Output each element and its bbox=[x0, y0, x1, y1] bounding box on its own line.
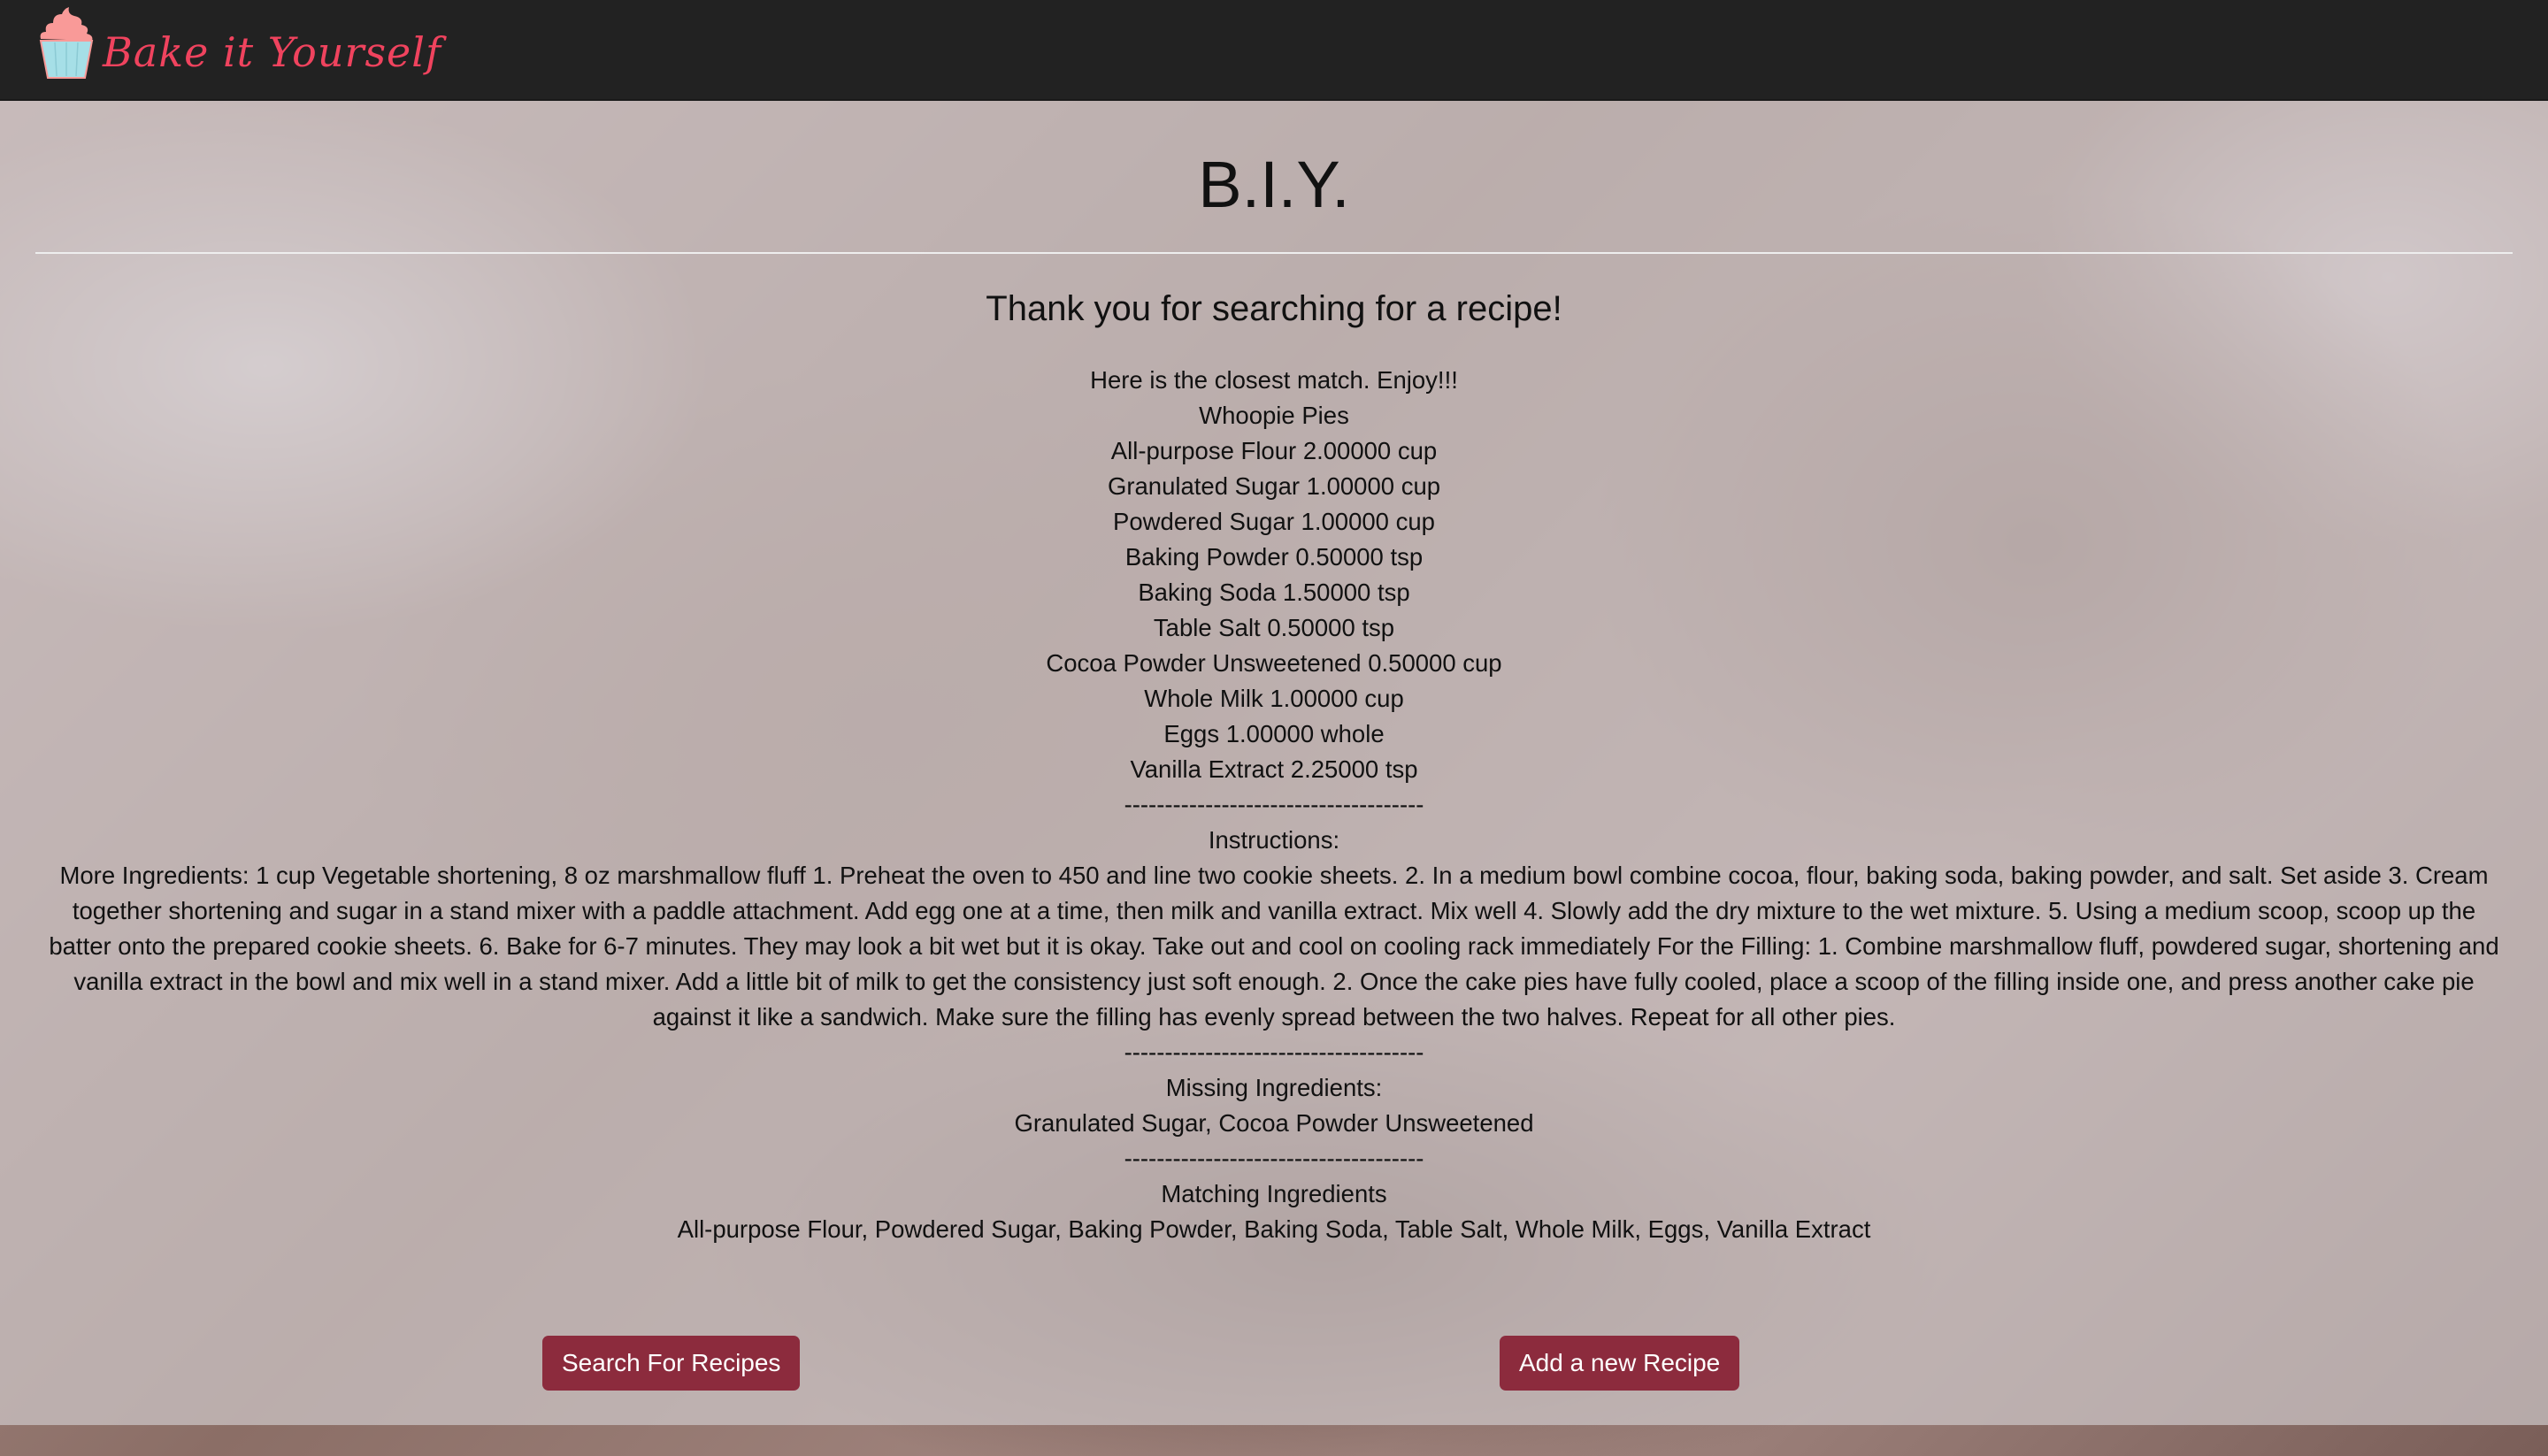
ingredient-item: Eggs 1.00000 whole bbox=[1163, 720, 1385, 747]
ingredient-item: All-purpose Flour 2.00000 cup bbox=[1110, 437, 1438, 464]
ingredient-item: Table Salt 0.50000 tsp bbox=[1153, 614, 1395, 641]
separator: ------------------------------------- bbox=[1124, 1145, 1424, 1172]
missing-label: Missing Ingredients: bbox=[1165, 1074, 1383, 1101]
ingredient-item: Granulated Sugar 1.00000 cup bbox=[1107, 472, 1441, 500]
main-content: B.I.Y. Thank you for searching for a rec… bbox=[35, 101, 2513, 1247]
matching-ingredients: All-purpose Flour, Powdered Sugar, Bakin… bbox=[677, 1215, 1871, 1243]
divider bbox=[35, 252, 2513, 254]
page-subtitle: Thank you for searching for a recipe! bbox=[986, 289, 1562, 328]
ingredient-item: Powdered Sugar 1.00000 cup bbox=[1113, 508, 1435, 535]
separator: ------------------------------------- bbox=[1124, 791, 1424, 818]
ingredient-item: Whole Milk 1.00000 cup bbox=[1144, 685, 1404, 712]
instructions-text: More Ingredients: 1 cup Vegetable shorte… bbox=[49, 862, 2499, 1031]
ingredient-list: All-purpose Flour 2.00000 cup Granulated… bbox=[35, 433, 2513, 787]
missing-ingredients: Granulated Sugar, Cocoa Powder Unsweeten… bbox=[1014, 1109, 1534, 1137]
cupcake-icon bbox=[39, 7, 94, 79]
logo[interactable]: Bake it Yourself bbox=[37, 5, 441, 80]
page-title: B.I.Y. bbox=[1198, 148, 1350, 221]
search-recipes-button[interactable]: Search For Recipes bbox=[542, 1336, 801, 1391]
ingredient-item: Baking Soda 1.50000 tsp bbox=[1138, 579, 1410, 606]
ingredient-item: Baking Powder 0.50000 tsp bbox=[1124, 543, 1424, 571]
matching-label: Matching Ingredients bbox=[1161, 1180, 1387, 1207]
recipe-name: Whoopie Pies bbox=[1199, 402, 1349, 429]
ingredient-item: Vanilla Extract 2.25000 tsp bbox=[1130, 755, 1418, 783]
instructions-label: Instructions: bbox=[1208, 826, 1340, 854]
intro-text: Here is the closest match. Enjoy!!! bbox=[1090, 366, 1458, 394]
add-recipe-button[interactable]: Add a new Recipe bbox=[1500, 1336, 1740, 1391]
ingredient-item: Cocoa Powder Unsweetened 0.50000 cup bbox=[1046, 649, 1502, 677]
separator: ------------------------------------- bbox=[1124, 1038, 1424, 1066]
logo-text: Bake it Yourself bbox=[103, 28, 442, 76]
navbar: Bake it Yourself bbox=[0, 0, 2548, 101]
